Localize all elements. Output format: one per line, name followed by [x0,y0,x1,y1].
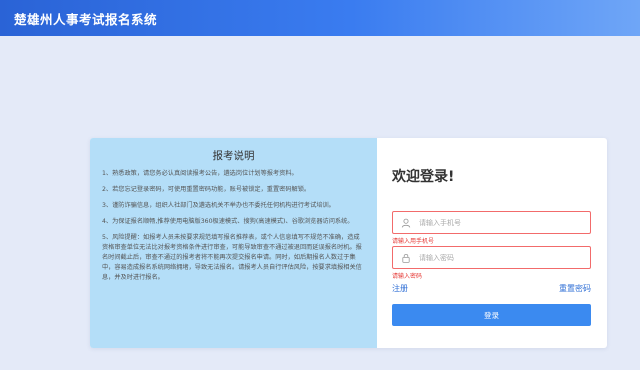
register-link[interactable]: 注册 [392,283,408,294]
login-button[interactable]: 登录 [392,304,591,326]
notice-item: 4、为保证报名顺畅,推荐使用电脑版360极速模式、搜狗(高速模式)、谷歌浏览器访… [102,218,354,225]
password-error: 请输入密码 [392,273,423,280]
password-input[interactable] [419,253,579,262]
app-title: 楚雄州人事考试报名系统 [14,12,158,27]
notice-item: 5、风险提醒：如报考人员未按要求规范填写报名推荐表，或个人信息填写不规范不准确，… [102,234,362,281]
top-bar: 楚雄州人事考试报名系统 [0,0,640,36]
login-title: 欢迎登录! [392,169,455,185]
user-icon [401,218,411,228]
phone-error: 请输入用手机号 [392,238,435,245]
notice-section: 报考说明 1、熟悉政策，请您务必认真阅读报考公告，遴选岗位计划等报考资料。 2、… [90,138,377,348]
notice-title: 报考说明 [212,150,255,162]
login-panel: 报考说明 1、熟悉政策，请您务必认真阅读报考公告，遴选岗位计划等报考资料。 2、… [90,138,607,348]
reset-password-link[interactable]: 重置密码 [559,283,591,294]
notice-item: 3、谨防诈骗信息，组织人社部门及遴选机关不举办也不委托任何机构进行考试培训。 [102,202,335,209]
phone-input[interactable] [419,218,579,227]
password-field[interactable] [392,246,591,269]
lock-icon [401,253,411,263]
phone-field[interactable] [392,211,591,234]
notice-item: 2、若您忘记登录密码，可使用重置密码功能，账号被锁定，重置密码解锁。 [102,186,311,193]
notice-item: 1、熟悉政策，请您务必认真阅读报考公告，遴选岗位计划等报考资料。 [102,170,298,177]
login-form: 欢迎登录! 请输入用手机号 请输入密码 注册 重置密码 登录 [377,138,607,348]
